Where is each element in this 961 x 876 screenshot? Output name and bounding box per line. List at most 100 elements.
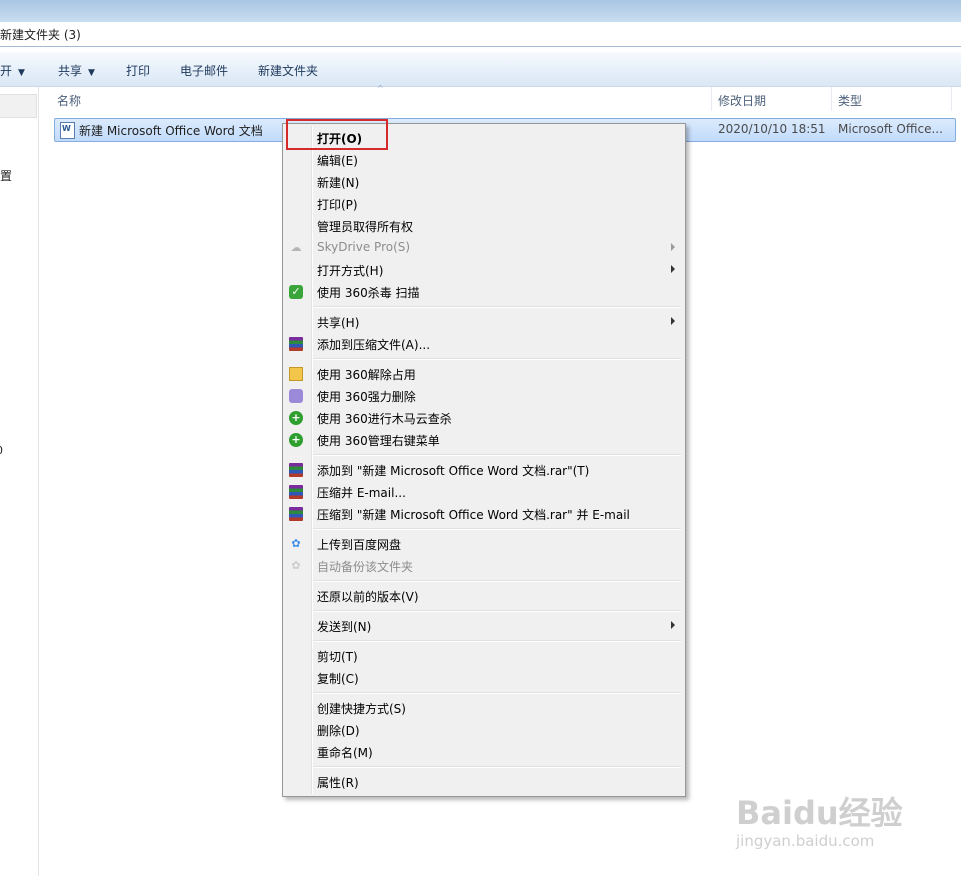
menu-item-label: 使用 360解除占用 [317, 368, 416, 382]
word-document-icon [60, 122, 75, 139]
menu-item-cut[interactable]: 剪切(T) [283, 645, 685, 667]
share-label: 共享 [58, 64, 83, 78]
menu-separator [313, 358, 681, 360]
menu-item-add-archive[interactable]: 添加到压缩文件(A)... [283, 333, 685, 355]
navpane-header [0, 94, 37, 118]
baidu-cloud-icon: ✿ [291, 559, 301, 572]
menu-item-360-trojan-scan[interactable]: + 使用 360进行木马云查杀 [283, 407, 685, 429]
command-toolbar: 开 ▼ 共享 ▼ 打印 电子邮件 新建文件夹 [0, 52, 961, 87]
menu-item-label: 添加到压缩文件(A)... [317, 338, 431, 352]
winrar-icon [289, 463, 303, 477]
menu-item-label: 管理员取得所有权 [317, 220, 414, 234]
menu-item-label: 压缩并 E-mail... [317, 486, 406, 500]
menu-item-360-manage-menu[interactable]: + 使用 360管理右键菜单 [283, 429, 685, 451]
chevron-down-icon: ▼ [88, 68, 95, 78]
plus-circle-icon: + [289, 433, 303, 447]
context-menu: 打开(O) 编辑(E) 新建(N) 打印(P) 管理员取得所有权 ☁ SkyDri… [282, 123, 686, 797]
nav-item-partial[interactable]: 设置 [0, 167, 12, 184]
column-header: ^ 名称 修改日期 类型 [39, 84, 961, 111]
menu-item-label: 复制(C) [317, 672, 359, 686]
menu-item-label: 上传到百度网盘 [317, 538, 402, 552]
file-type: Microsoft Office... [838, 122, 943, 136]
file-name: 新建 Microsoft Office Word 文档 [79, 124, 263, 138]
menu-item-take-ownership[interactable]: 管理员取得所有权 [283, 215, 685, 237]
menu-item-open-with[interactable]: 打开方式(H) [283, 259, 685, 281]
column-name[interactable]: 名称 [57, 92, 81, 109]
menu-separator [313, 766, 681, 768]
menu-item-upload-baidu[interactable]: ✿ 上传到百度网盘 [283, 533, 685, 555]
menu-item-create-shortcut[interactable]: 创建快捷方式(S) [283, 697, 685, 719]
menu-item-share[interactable]: 共享(H) [283, 311, 685, 333]
winrar-icon [289, 507, 303, 521]
winrar-icon [289, 337, 303, 351]
print-button[interactable]: 打印 [126, 62, 150, 79]
menu-item-compress-email[interactable]: 压缩并 E-mail... [283, 481, 685, 503]
submenu-arrow-icon [671, 243, 675, 251]
menu-item-label: 使用 360管理右键菜单 [317, 434, 440, 448]
menu-item-print[interactable]: 打印(P) [283, 193, 685, 215]
menu-item-label: 剪切(T) [317, 650, 358, 664]
menu-item-copy[interactable]: 复制(C) [283, 667, 685, 689]
file-date: 2020/10/10 18:51 [718, 122, 826, 136]
share-button[interactable]: 共享 ▼ [58, 62, 95, 79]
unlock-folder-icon [289, 367, 303, 381]
menu-item-label: 使用 360进行木马云查杀 [317, 412, 452, 426]
sort-arrow-icon: ^ [377, 84, 384, 93]
menu-item-label: 压缩到 "新建 Microsoft Office Word 文档.rar" 并 … [317, 508, 630, 522]
menu-item-label: 使用 360强力删除 [317, 390, 416, 404]
submenu-arrow-icon [671, 265, 675, 273]
menu-item-rename[interactable]: 重命名(M) [283, 741, 685, 763]
menu-item-new[interactable]: 新建(N) [283, 171, 685, 193]
navigation-pane[interactable]: 设置 0 [0, 87, 39, 876]
baidu-cloud-icon: ✿ [291, 537, 301, 550]
cloud-icon: ☁ [290, 241, 302, 254]
address-path: 新建文件夹 (3) [0, 28, 81, 42]
menu-separator [313, 454, 681, 456]
menu-item-label: 添加到 "新建 Microsoft Office Word 文档.rar"(T) [317, 464, 590, 478]
menu-item-label: 自动备份该文件夹 [317, 560, 414, 574]
menu-item-send-to[interactable]: 发送到(N) [283, 615, 685, 637]
menu-separator [313, 640, 681, 642]
highlight-box [286, 119, 388, 150]
menu-item-edit[interactable]: 编辑(E) [283, 149, 685, 171]
window-title-strip [0, 0, 961, 22]
menu-item-skydrive[interactable]: ☁ SkyDrive Pro(S) [283, 237, 685, 259]
plus-circle-icon: + [289, 411, 303, 425]
menu-separator [313, 580, 681, 582]
menu-item-360-scan[interactable]: ✓ 使用 360杀毒 扫描 [283, 281, 685, 303]
menu-item-compress-to-rar-email[interactable]: 压缩到 "新建 Microsoft Office Word 文档.rar" 并 … [283, 503, 685, 525]
column-modified[interactable]: 修改日期 [718, 92, 766, 109]
menu-item-delete[interactable]: 删除(D) [283, 719, 685, 741]
menu-item-add-to-rar[interactable]: 添加到 "新建 Microsoft Office Word 文档.rar"(T) [283, 459, 685, 481]
menu-item-restore-versions[interactable]: 还原以前的版本(V) [283, 585, 685, 607]
watermark-logo: Baidu经验 [736, 794, 903, 832]
nav-item-partial-mark: 0 [0, 444, 3, 457]
column-divider[interactable] [711, 87, 712, 111]
menu-separator [313, 306, 681, 308]
menu-item-label: 共享(H) [317, 316, 360, 330]
menu-item-360-unlock[interactable]: 使用 360解除占用 [283, 363, 685, 385]
baidu-watermark: Baidu经验 jingyan.baidu.com [736, 788, 936, 858]
open-button[interactable]: 开 ▼ [0, 62, 25, 79]
address-bar[interactable]: 新建文件夹 (3) [0, 22, 961, 47]
column-divider[interactable] [831, 87, 832, 111]
menu-item-label: 属性(R) [317, 776, 359, 790]
menu-item-label: 发送到(N) [317, 620, 372, 634]
shredder-icon [289, 389, 303, 403]
open-label: 开 [0, 64, 13, 78]
menu-item-auto-backup[interactable]: ✿ 自动备份该文件夹 [283, 555, 685, 577]
menu-item-label: 重命名(M) [317, 746, 373, 760]
menu-item-label: 打印(P) [317, 198, 358, 212]
menu-item-360-force-delete[interactable]: 使用 360强力删除 [283, 385, 685, 407]
menu-item-label: 使用 360杀毒 扫描 [317, 286, 420, 300]
new-folder-button[interactable]: 新建文件夹 [258, 62, 318, 79]
column-type[interactable]: 类型 [838, 92, 862, 109]
shield-icon: ✓ [289, 285, 303, 299]
menu-item-properties[interactable]: 属性(R) [283, 771, 685, 793]
column-divider[interactable] [951, 87, 952, 111]
menu-separator [313, 692, 681, 694]
menu-item-label: 删除(D) [317, 724, 360, 738]
menu-item-label: SkyDrive Pro(S) [317, 240, 411, 254]
email-button[interactable]: 电子邮件 [180, 62, 228, 79]
menu-separator [313, 610, 681, 612]
